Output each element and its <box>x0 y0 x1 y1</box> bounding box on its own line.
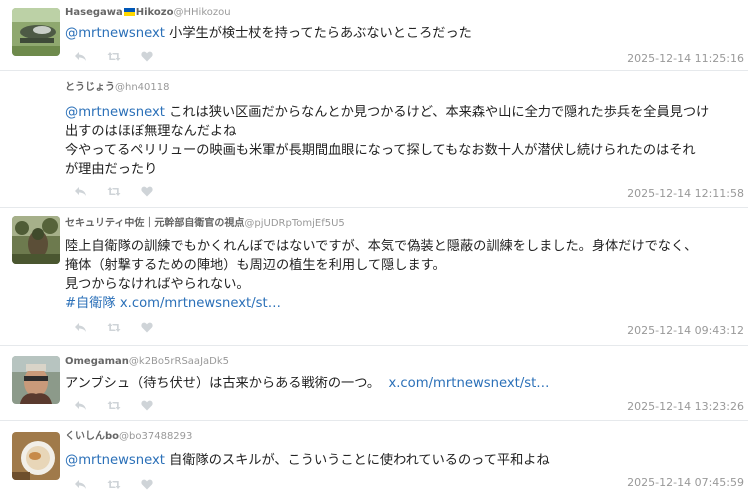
tweet-text: 陸上自衛隊の訓練でもかくれんぼではないですが、本気で偽装と隠蔽の訓練をしました。… <box>65 237 740 313</box>
tweet-text: アンブシュ（待ち伏せ）は古来からある戦術の一つ。 x.com/mrtnewsne… <box>65 374 740 393</box>
retweet-icon[interactable] <box>107 322 121 333</box>
tweet-item: とうじょう@hn40118 @mrtnewsnext これは狭い区画だからなんと… <box>0 71 748 208</box>
url-link[interactable]: x.com/mrtnewsnext/st… <box>120 296 281 311</box>
reply-icon[interactable] <box>74 51 87 62</box>
tweet-line: 今やってるペリリューの映画も米軍が長期間血眼になって探してもなお数十人が潜伏し続… <box>65 143 696 158</box>
reply-icon[interactable] <box>74 322 87 333</box>
heart-icon[interactable] <box>141 479 153 490</box>
tweet-header: くいしんbo@bo37488293 <box>65 430 192 444</box>
tweet-actions <box>74 184 153 198</box>
user-handle[interactable]: @k2Bo5rRSaaJaDk5 <box>129 356 229 367</box>
tweet-actions <box>74 398 153 412</box>
timestamp[interactable]: 2025-12-14 12:11:58 <box>627 187 744 200</box>
tweet-header: セキュリティ中佐｜元幹部自衛官の視点@pjUDRpTomjEf5U5 <box>65 217 345 231</box>
reply-icon[interactable] <box>74 186 87 197</box>
retweet-icon[interactable] <box>107 51 121 62</box>
user-handle[interactable]: @pjUDRpTomjEf5U5 <box>244 218 344 229</box>
mention-link[interactable]: @mrtnewsnext <box>65 26 165 41</box>
tweet-text: @mrtnewsnext 自衛隊のスキルが、こういうことに使われているのって平和… <box>65 451 740 470</box>
tweet-actions <box>74 320 153 334</box>
user-name[interactable]: Hasegawa <box>65 7 123 18</box>
timestamp[interactable]: 2025-12-14 11:25:16 <box>627 52 744 65</box>
tweet-line: これは狭い区画だからなんとか見つかるけど、本来森や山に全力で隠れた歩兵を全員見つ… <box>169 105 710 120</box>
reply-icon[interactable] <box>74 400 87 411</box>
reply-icon[interactable] <box>74 479 87 490</box>
tweet-line: 小学生が検士杖を持ってたらあぶないところだった <box>169 26 472 41</box>
timestamp[interactable]: 2025-12-14 09:43:12 <box>627 324 744 337</box>
mention-link[interactable]: @mrtnewsnext <box>65 105 165 120</box>
tweet-item: くいしんbo@bo37488293 @mrtnewsnext 自衛隊のスキルが、… <box>0 421 748 492</box>
user-name-suffix[interactable]: Hikozo <box>136 7 174 18</box>
tweet-item: Omegaman@k2Bo5rRSaaJaDk5 アンブシュ（待ち伏せ）は古来か… <box>0 346 748 421</box>
heart-icon[interactable] <box>141 51 153 62</box>
tweet-line: 掩体（射撃するための陣地）も周辺の植生を利用して隠します。 <box>65 258 446 273</box>
tweet-line: 陸上自衛隊の訓練でもかくれんぼではないですが、本気で偽装と隠蔽の訓練をしました。… <box>65 239 698 254</box>
user-name[interactable]: セキュリティ中佐｜元幹部自衛官の視点 <box>65 218 244 229</box>
timestamp[interactable]: 2025-12-14 07:45:59 <box>627 476 744 489</box>
tweet-text: @mrtnewsnext 小学生が検士杖を持ってたらあぶないところだった <box>65 24 740 43</box>
avatar[interactable] <box>12 356 60 404</box>
retweet-icon[interactable] <box>107 186 121 197</box>
avatar[interactable] <box>12 216 60 264</box>
tweet-line: 出すのはほぼ無理なんだよね <box>65 124 237 139</box>
heart-icon[interactable] <box>141 322 153 333</box>
heart-icon[interactable] <box>141 186 153 197</box>
retweet-icon[interactable] <box>107 479 121 490</box>
tweet-actions <box>74 477 153 491</box>
url-link[interactable]: x.com/mrtnewsnext/st… <box>388 376 549 391</box>
user-name[interactable]: くいしんbo <box>65 431 119 442</box>
tweet-line: 自衛隊のスキルが、こういうことに使われているのって平和よね <box>169 453 550 468</box>
tweet-text: @mrtnewsnext これは狭い区画だからなんとか見つかるけど、本来森や山に… <box>65 103 740 179</box>
tweet-item: セキュリティ中佐｜元幹部自衛官の視点@pjUDRpTomjEf5U5 陸上自衛隊… <box>0 208 748 346</box>
user-name[interactable]: Omegaman <box>65 356 129 367</box>
avatar[interactable] <box>12 432 60 480</box>
tweet-line: アンブシュ（待ち伏せ）は古来からある戦術の一つ。 <box>65 376 381 391</box>
tweet-header: とうじょう@hn40118 <box>65 81 170 95</box>
tweet-line: が理由だったり <box>65 162 158 177</box>
tweet-item: Hasegawa Hikozo@HHikozou @mrtnewsnext 小学生… <box>0 0 748 71</box>
tweet-header: Hasegawa Hikozo@HHikozou <box>65 6 231 20</box>
tweet-line: 見つからなければやられない。 <box>65 277 250 292</box>
heart-icon[interactable] <box>141 400 153 411</box>
retweet-icon[interactable] <box>107 400 121 411</box>
timestamp[interactable]: 2025-12-14 13:23:26 <box>627 400 744 413</box>
user-handle[interactable]: @hn40118 <box>115 82 170 93</box>
avatar[interactable] <box>12 8 60 56</box>
tweet-actions <box>74 49 153 63</box>
user-name[interactable]: とうじょう <box>65 82 115 93</box>
ukraine-flag-icon <box>123 8 135 16</box>
user-handle[interactable]: @HHikozou <box>174 7 231 18</box>
user-handle[interactable]: @bo37488293 <box>119 431 192 442</box>
mention-link[interactable]: @mrtnewsnext <box>65 453 165 468</box>
hashtag-link[interactable]: #自衛隊 <box>65 296 116 311</box>
tweet-header: Omegaman@k2Bo5rRSaaJaDk5 <box>65 355 229 369</box>
